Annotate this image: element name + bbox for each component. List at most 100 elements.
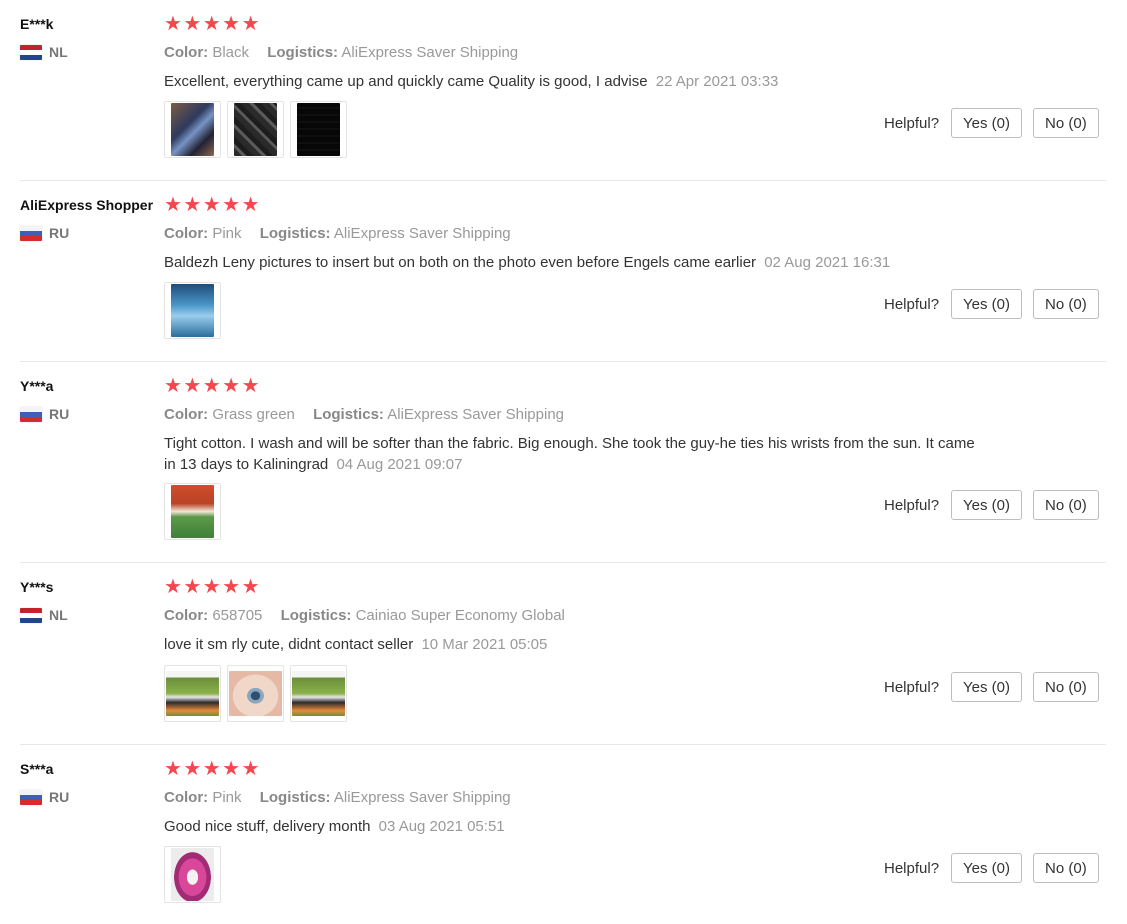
helpful-voting: Helpful? Yes (0) No (0) bbox=[884, 289, 1099, 319]
helpful-no-button[interactable]: No (0) bbox=[1033, 490, 1099, 520]
logistics-value: AliExpress Saver Shipping bbox=[387, 406, 565, 423]
star-icon: ★ bbox=[241, 375, 260, 397]
country-code: NL bbox=[49, 44, 68, 60]
star-icon: ★ bbox=[222, 375, 241, 397]
review-item: E***k NL ★ ★ ★ ★ ★ Color: Black Logistics: A… bbox=[0, 14, 1127, 181]
color-value: Pink bbox=[212, 225, 242, 242]
star-rating: ★ ★ ★ ★ ★ bbox=[164, 14, 1004, 34]
star-icon: ★ bbox=[202, 758, 221, 780]
review-item: AliExpress Shopper RU ★ ★ ★ ★ ★ Color: Pink … bbox=[0, 195, 1127, 362]
star-icon: ★ bbox=[202, 194, 221, 216]
star-icon: ★ bbox=[183, 758, 202, 780]
logistics-key: Logistics: bbox=[313, 406, 384, 423]
reviewer-info: AliExpress Shopper RU bbox=[20, 195, 160, 242]
review-photo bbox=[234, 103, 277, 156]
star-icon: ★ bbox=[222, 13, 241, 35]
color-key: Color: bbox=[164, 789, 209, 806]
star-icon: ★ bbox=[222, 758, 241, 780]
helpful-yes-button[interactable]: Yes (0) bbox=[951, 853, 1023, 883]
helpful-voting: Helpful? Yes (0) No (0) bbox=[884, 672, 1099, 702]
logistics-key: Logistics: bbox=[259, 225, 331, 242]
review-photo bbox=[292, 671, 345, 716]
reviewer-name: S***a bbox=[20, 761, 54, 777]
review-photo-thumbnail[interactable] bbox=[164, 665, 221, 722]
review-text: Baldezh Leny pictures to insert but on b… bbox=[164, 254, 757, 271]
review-text-block: Excellent, everything came up and quickl… bbox=[164, 71, 984, 92]
review-content: ★ ★ ★ ★ ★ Color: 658705 Logistics: Cainiao S… bbox=[164, 577, 1004, 655]
star-icon: ★ bbox=[164, 576, 182, 598]
color-value: Black bbox=[212, 44, 250, 61]
helpful-voting: Helpful? Yes (0) No (0) bbox=[884, 490, 1099, 520]
review-photos bbox=[164, 665, 347, 722]
helpful-voting: Helpful? Yes (0) No (0) bbox=[884, 853, 1099, 883]
star-icon: ★ bbox=[202, 576, 221, 598]
helpful-yes-button[interactable]: Yes (0) bbox=[951, 108, 1023, 138]
logistics-key: Logistics: bbox=[280, 607, 352, 624]
review-photo-thumbnail[interactable] bbox=[164, 483, 221, 540]
review-photo bbox=[171, 848, 214, 901]
star-icon: ★ bbox=[222, 194, 241, 216]
review-divider bbox=[20, 744, 1106, 745]
review-meta: Color: Pink Logistics: AliExpress Saver … bbox=[164, 788, 1004, 808]
review-text-block: Baldezh Leny pictures to insert but on b… bbox=[164, 252, 984, 273]
color-key: Color: bbox=[164, 607, 209, 624]
reviewer-name: Y***s bbox=[20, 579, 54, 595]
review-photo-thumbnail[interactable] bbox=[290, 101, 347, 158]
reviewer-country: RU bbox=[20, 405, 160, 423]
review-text-block: Tight cotton. I wash and will be softer … bbox=[164, 433, 984, 475]
reviewer-country: NL bbox=[20, 43, 160, 61]
logistics-value: AliExpress Saver Shipping bbox=[333, 789, 511, 806]
star-icon: ★ bbox=[202, 375, 221, 397]
color-value: Pink bbox=[212, 789, 242, 806]
color-key: Color: bbox=[164, 406, 209, 423]
logistics-key: Logistics: bbox=[267, 44, 339, 61]
reviewer-name: Y***a bbox=[20, 378, 54, 394]
helpful-yes-button[interactable]: Yes (0) bbox=[951, 672, 1023, 702]
review-photo bbox=[297, 103, 340, 156]
review-photo-thumbnail[interactable] bbox=[227, 665, 284, 722]
helpful-yes-button[interactable]: Yes (0) bbox=[951, 289, 1023, 319]
review-photo bbox=[171, 103, 214, 156]
star-icon: ★ bbox=[183, 194, 202, 216]
country-code: RU bbox=[49, 789, 70, 805]
review-photo bbox=[229, 671, 282, 716]
country-code: RU bbox=[49, 406, 70, 422]
review-item: Y***s NL ★ ★ ★ ★ ★ Color: 658705 Logistics: … bbox=[0, 577, 1127, 745]
helpful-no-button[interactable]: No (0) bbox=[1033, 108, 1099, 138]
country-code: NL bbox=[49, 607, 68, 623]
helpful-no-button[interactable]: No (0) bbox=[1033, 853, 1099, 883]
reviewer-name: AliExpress Shopper bbox=[20, 197, 154, 213]
review-photos bbox=[164, 483, 221, 540]
review-meta: Color: 658705 Logistics: Cainiao Super E… bbox=[164, 606, 1004, 626]
review-photo-thumbnail[interactable] bbox=[164, 846, 221, 903]
flag-ru-icon bbox=[20, 225, 42, 241]
review-divider bbox=[20, 361, 1106, 362]
review-meta: Color: Pink Logistics: AliExpress Saver … bbox=[164, 224, 1004, 244]
star-icon: ★ bbox=[222, 576, 241, 598]
helpful-yes-button[interactable]: Yes (0) bbox=[951, 490, 1023, 520]
helpful-no-button[interactable]: No (0) bbox=[1033, 289, 1099, 319]
review-photo-thumbnail[interactable] bbox=[164, 101, 221, 158]
review-content: ★ ★ ★ ★ ★ Color: Pink Logistics: AliExpress … bbox=[164, 759, 1004, 837]
flag-ru-icon bbox=[20, 789, 42, 805]
logistics-key: Logistics: bbox=[259, 789, 331, 806]
review-meta: Color: Black Logistics: AliExpress Saver… bbox=[164, 43, 1004, 63]
country-code: RU bbox=[49, 225, 70, 241]
review-date: 03 Aug 2021 05:51 bbox=[378, 818, 505, 835]
color-value: 658705 bbox=[212, 607, 263, 624]
review-photo bbox=[166, 671, 219, 716]
review-text: Good nice stuff, delivery month bbox=[164, 818, 371, 835]
reviewer-info: S***a RU bbox=[20, 759, 160, 806]
review-photo-thumbnail[interactable] bbox=[227, 101, 284, 158]
star-rating: ★ ★ ★ ★ ★ bbox=[164, 759, 1004, 779]
helpful-label: Helpful? bbox=[884, 859, 940, 877]
star-icon: ★ bbox=[183, 375, 202, 397]
review-photo-thumbnail[interactable] bbox=[290, 665, 347, 722]
star-icon: ★ bbox=[164, 194, 182, 216]
review-photo-thumbnail[interactable] bbox=[164, 282, 221, 339]
helpful-voting: Helpful? Yes (0) No (0) bbox=[884, 108, 1099, 138]
helpful-no-button[interactable]: No (0) bbox=[1033, 672, 1099, 702]
review-content: ★ ★ ★ ★ ★ Color: Pink Logistics: AliExpress … bbox=[164, 195, 1004, 273]
review-text: Excellent, everything came up and quickl… bbox=[164, 73, 648, 90]
logistics-value: Cainiao Super Economy Global bbox=[355, 607, 565, 624]
